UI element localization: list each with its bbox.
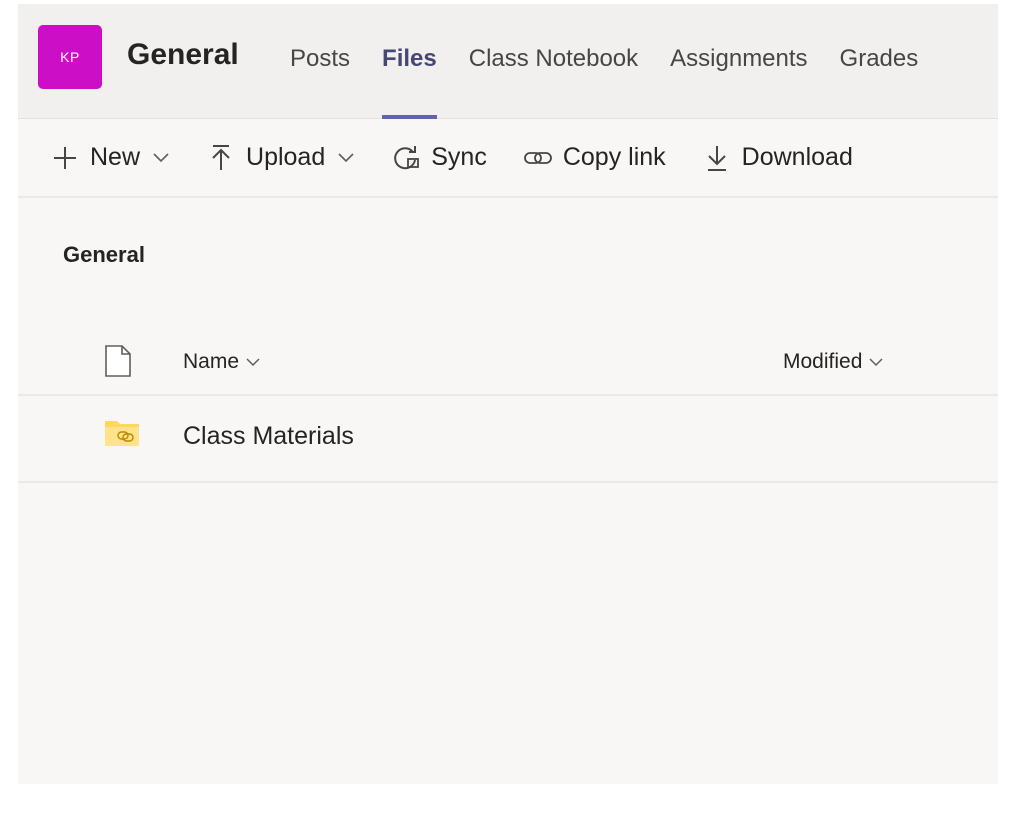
file-list-header: Name Modified <box>18 330 998 396</box>
upload-button[interactable]: Upload <box>204 141 355 175</box>
column-header-name[interactable]: Name <box>183 350 261 374</box>
tab-files[interactable]: Files <box>382 45 437 119</box>
chevron-down-icon <box>152 149 170 167</box>
column-modified-label: Modified <box>783 350 863 373</box>
copy-link-button[interactable]: Copy link <box>521 141 666 175</box>
tab-posts[interactable]: Posts <box>290 45 350 118</box>
teams-files-pane: KP General Posts Files Class Notebook As… <box>18 4 998 784</box>
file-name[interactable]: Class Materials <box>183 422 354 451</box>
chevron-down-icon <box>337 149 355 167</box>
sync-button[interactable]: Sync <box>389 141 487 175</box>
link-icon <box>521 141 555 175</box>
team-avatar[interactable]: KP <box>38 25 102 89</box>
shared-folder-icon <box>104 418 140 448</box>
column-header-modified[interactable]: Modified <box>783 350 884 374</box>
channel-title: General <box>127 38 239 71</box>
new-button[interactable]: New <box>48 141 170 175</box>
tab-class-notebook[interactable]: Class Notebook <box>469 45 638 118</box>
download-button[interactable]: Download <box>700 141 853 175</box>
plus-icon <box>48 141 82 175</box>
chevron-down-icon <box>245 350 261 374</box>
channel-header: KP General Posts Files Class Notebook As… <box>18 4 998 119</box>
new-button-label: New <box>90 143 141 171</box>
tab-assignments[interactable]: Assignments <box>670 45 807 118</box>
download-icon <box>700 141 734 175</box>
tab-grades[interactable]: Grades <box>840 45 919 118</box>
files-toolbar: New Upload Sync Copy link Download <box>18 119 998 198</box>
upload-button-label: Upload <box>246 143 326 171</box>
sync-icon <box>389 141 423 175</box>
column-name-label: Name <box>183 350 240 373</box>
sync-button-label: Sync <box>431 143 487 171</box>
file-list-row[interactable]: Class Materials <box>18 396 998 483</box>
chevron-down-icon <box>868 350 884 374</box>
channel-tabs: Posts Files Class Notebook Assignments G… <box>290 45 919 119</box>
upload-icon <box>204 141 238 175</box>
document-icon <box>104 344 132 378</box>
copy-link-button-label: Copy link <box>562 143 666 171</box>
breadcrumb: General <box>63 242 145 267</box>
download-button-label: Download <box>741 143 853 171</box>
